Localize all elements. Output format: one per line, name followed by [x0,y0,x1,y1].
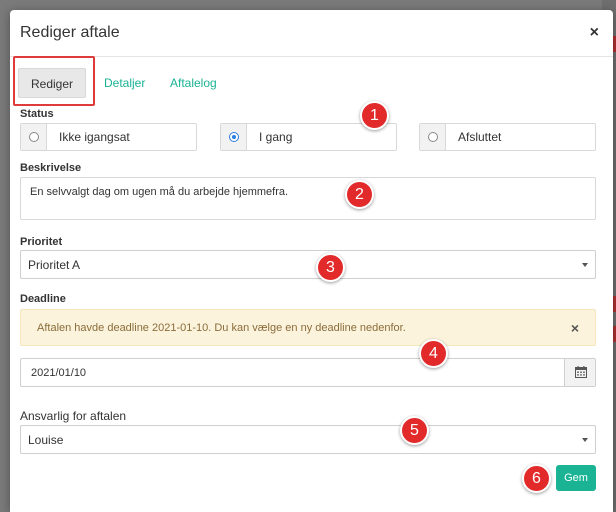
chevron-down-icon [582,438,588,442]
description-label: Beskrivelse [20,162,82,174]
priority-value: Prioritet A [28,258,81,272]
tab-aftalelog[interactable]: Aftalelog [158,68,229,98]
responsible-select[interactable]: Louise [20,425,596,454]
status-option-ikke-igangsat[interactable]: Ikke igangsat [20,123,197,151]
deadline-label: Deadline [20,293,66,305]
tab-highlight-box [13,56,95,106]
radio-cell [21,124,47,150]
responsible-value: Louise [28,433,64,447]
chevron-down-icon [582,263,588,267]
radio-label: Afsluttet [458,130,502,144]
radio-cell [420,124,446,150]
annotation-badge-5: 5 [400,416,429,445]
tab-detaljer[interactable]: Detaljer [92,68,157,98]
description-textarea[interactable]: En selvvalgt dag om ugen må du arbejde h… [20,177,596,220]
close-icon[interactable]: × [590,24,599,42]
annotation-badge-3: 3 [316,253,345,282]
annotation-badge-2: 2 [345,180,374,209]
status-label: Status [20,108,54,120]
dialog-header: Rediger aftale × [10,10,613,57]
radio-button[interactable] [29,132,39,142]
annotation-badge-1: 1 [360,101,389,130]
priority-label: Prioritet [20,236,63,248]
annotation-badge-6: 6 [522,464,551,493]
radio-label: Ikke igangsat [59,130,130,144]
status-option-afsluttet[interactable]: Afsluttet [419,123,596,151]
radio-button-checked[interactable] [229,132,239,142]
calendar-icon[interactable] [564,359,595,386]
responsible-label: Ansvarlig for aftalen [20,409,127,423]
annotation-badge-4: 4 [419,339,448,368]
calendar-icon-svg [575,366,587,378]
deadline-alert-message: Aftalen havde deadline 2021-01-10. Du ka… [37,322,406,334]
radio-cell [221,124,247,150]
priority-select[interactable]: Prioritet A [20,250,596,279]
edit-agreement-dialog: Rediger aftale × Rediger Detaljer Aftale… [10,10,613,512]
deadline-date-input[interactable]: 2021/01/10 [20,358,596,387]
deadline-alert: Aftalen havde deadline 2021-01-10. Du ka… [20,309,596,346]
save-button[interactable]: Gem [556,465,596,491]
close-icon[interactable]: × [571,320,579,336]
dialog-title: Rediger aftale [20,24,120,41]
radio-label: I gang [259,130,293,144]
radio-button[interactable] [428,132,438,142]
deadline-value: 2021/01/10 [31,367,87,379]
